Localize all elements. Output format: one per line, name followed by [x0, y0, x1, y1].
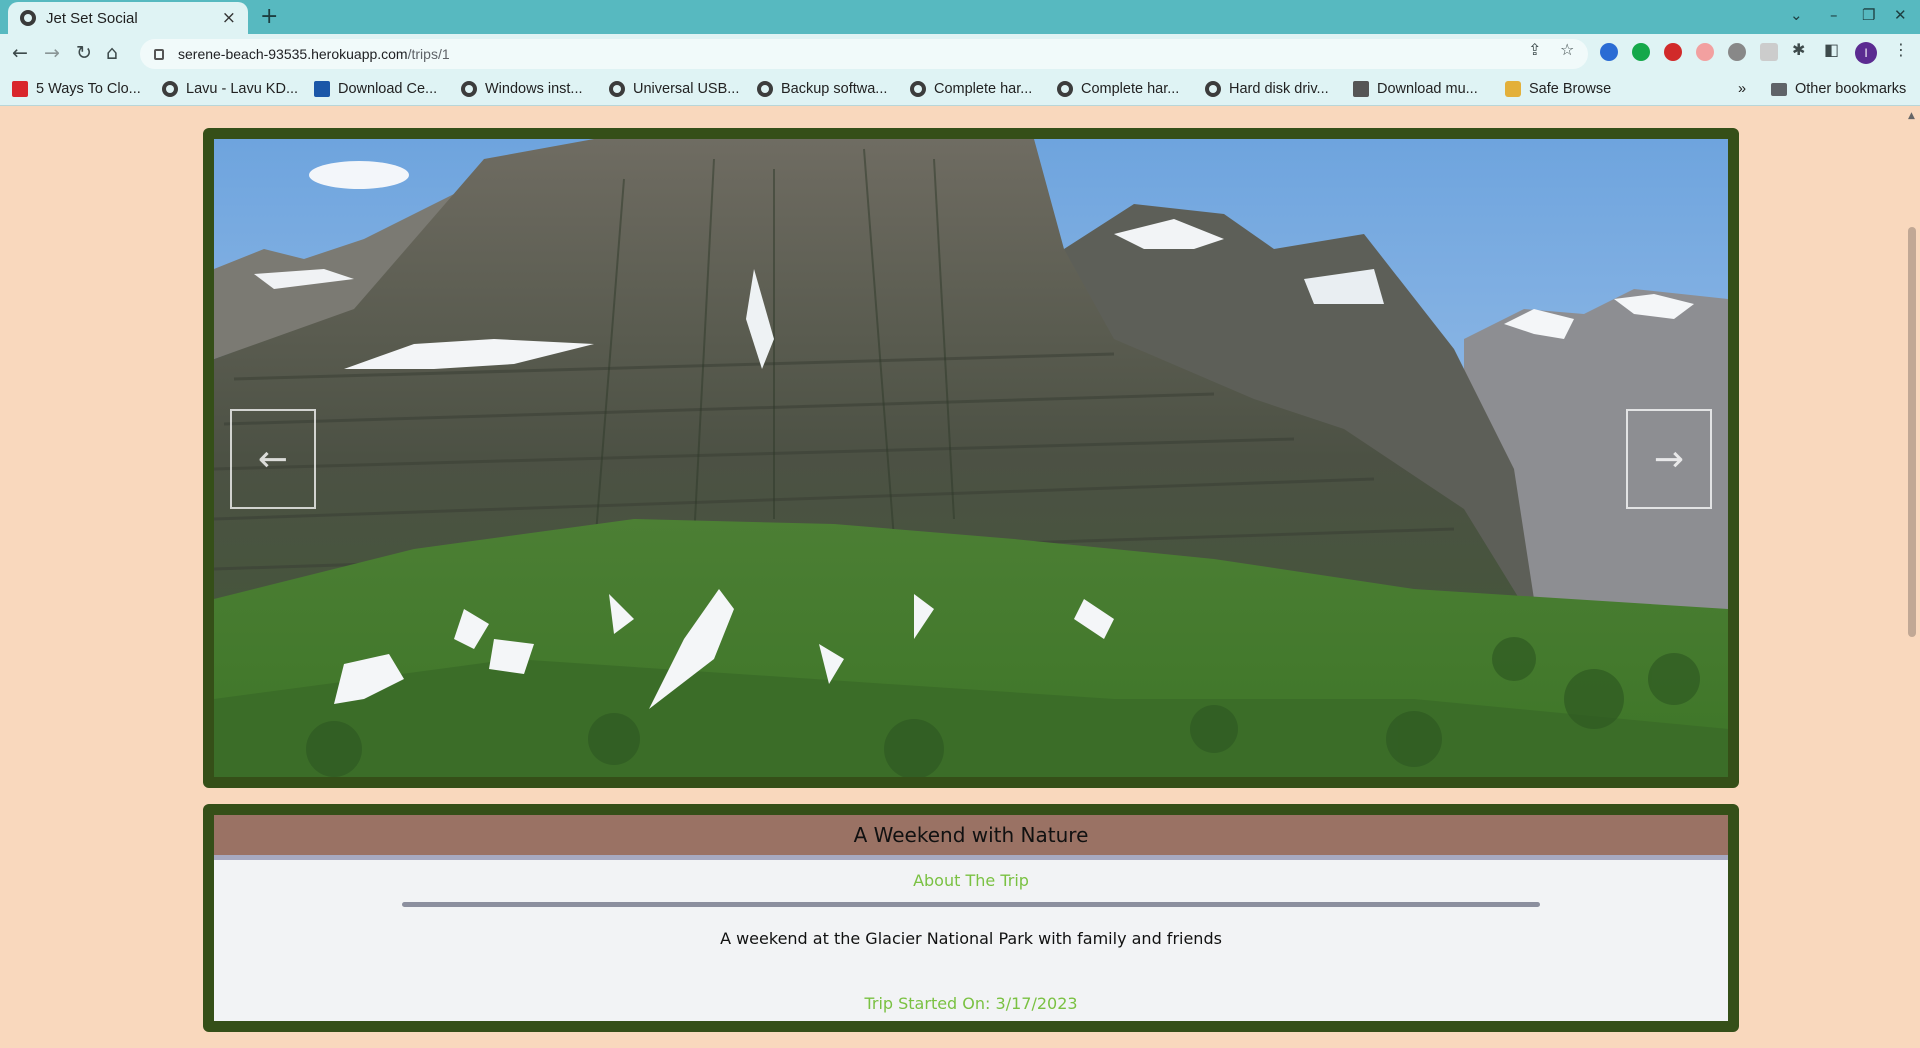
new-tab-button[interactable]: +: [260, 4, 278, 29]
bookmark-item[interactable]: Universal USB...: [609, 81, 739, 97]
forward-icon[interactable]: →: [44, 42, 60, 64]
section-label: About The Trip: [913, 871, 1029, 890]
mountain-landscape-image: [214, 139, 1728, 777]
page-scrollbar[interactable]: ▲: [1904, 107, 1920, 1048]
folder-icon: [1771, 82, 1787, 96]
globe-icon: [757, 81, 773, 97]
carousel-prev-button[interactable]: ←: [230, 409, 316, 509]
bookmark-item[interactable]: Download mu...: [1353, 81, 1478, 97]
bookmark-favicon-icon: [1505, 81, 1521, 97]
browser-tab[interactable]: Jet Set Social ×: [8, 2, 248, 34]
star-icon[interactable]: ☆: [1560, 40, 1574, 59]
trip-title: A Weekend with Nature: [214, 815, 1728, 860]
globe-icon: [910, 81, 926, 97]
bookmark-item[interactable]: Windows inst...: [461, 81, 583, 97]
globe-icon: [1057, 81, 1073, 97]
grammarly-icon[interactable]: [1632, 43, 1650, 61]
chevron-down-icon[interactable]: ⌄: [1790, 6, 1803, 24]
bookmark-favicon-icon: [1353, 81, 1369, 97]
divider: [402, 902, 1540, 907]
minimize-icon[interactable]: –: [1830, 6, 1838, 24]
bookmark-item[interactable]: Hard disk driv...: [1205, 81, 1329, 97]
share-icon[interactable]: ⇪: [1528, 40, 1541, 59]
globe-icon: [461, 81, 477, 97]
bookmark-item[interactable]: Complete har...: [1057, 81, 1179, 97]
carousel-next-button[interactable]: →: [1626, 409, 1712, 509]
photo-carousel: ← →: [203, 128, 1739, 788]
reload-icon[interactable]: ↻: [76, 42, 92, 64]
trip-info-panel: A Weekend with Nature About The Trip A w…: [214, 815, 1728, 1021]
extension-icon[interactable]: [1760, 43, 1778, 61]
trip-info-card: A Weekend with Nature About The Trip A w…: [203, 804, 1739, 1032]
extension-icon[interactable]: [1664, 43, 1682, 61]
restore-icon[interactable]: ❐: [1862, 6, 1875, 24]
close-icon[interactable]: ×: [222, 8, 236, 28]
bookmark-item[interactable]: Complete har...: [910, 81, 1032, 97]
lock-icon: [154, 48, 164, 60]
back-icon[interactable]: ←: [12, 42, 28, 64]
globe-icon: [20, 10, 36, 26]
tab-bar: Jet Set Social × + ⌄ – ❐ ✕: [0, 0, 1920, 34]
bookmarks-bar: 5 Ways To Clo... Lavu - Lavu KD... Downl…: [0, 74, 1920, 106]
scroll-up-icon[interactable]: ▲: [1908, 111, 1915, 121]
browser-toolbar: ← → ↻ ⌂ serene-beach-93535.herokuapp.com…: [0, 34, 1920, 74]
bookmark-item[interactable]: 5 Ways To Clo...: [12, 81, 141, 97]
home-icon[interactable]: ⌂: [106, 42, 118, 64]
sidebar-icon[interactable]: ◧: [1824, 40, 1839, 59]
bookmark-item[interactable]: Download Ce...: [314, 81, 437, 97]
trip-photo: ← →: [214, 139, 1728, 777]
bookmark-favicon-icon: [12, 81, 28, 97]
puzzle-icon[interactable]: ✱: [1792, 40, 1805, 59]
bookmarks-overflow-icon[interactable]: »: [1738, 81, 1746, 97]
bookmark-item[interactable]: Backup softwa...: [757, 81, 887, 97]
bookmark-item[interactable]: Lavu - Lavu KD...: [162, 81, 298, 97]
bookmark-item[interactable]: Safe Browse: [1505, 81, 1611, 97]
tab-title: Jet Set Social: [46, 9, 138, 27]
address-bar[interactable]: serene-beach-93535.herokuapp.com/trips/1: [140, 39, 1588, 69]
globe-icon: [609, 81, 625, 97]
avatar[interactable]: I: [1855, 42, 1877, 64]
trip-start-date: Trip Started On: 3/17/2023: [864, 994, 1078, 1013]
url-text: serene-beach-93535.herokuapp.com/trips/1: [178, 46, 450, 62]
bookmark-favicon-icon: [314, 81, 330, 97]
extension-icon[interactable]: [1696, 43, 1714, 61]
extension-icon[interactable]: [1728, 43, 1746, 61]
globe-icon: [162, 81, 178, 97]
close-window-icon[interactable]: ✕: [1894, 6, 1907, 24]
extension-icon[interactable]: [1600, 43, 1618, 61]
menu-icon[interactable]: ⋮: [1893, 40, 1909, 59]
globe-icon: [1205, 81, 1221, 97]
scrollbar-thumb[interactable]: [1908, 227, 1916, 637]
trip-description: A weekend at the Glacier National Park w…: [720, 929, 1222, 948]
other-bookmarks[interactable]: Other bookmarks: [1771, 81, 1906, 97]
